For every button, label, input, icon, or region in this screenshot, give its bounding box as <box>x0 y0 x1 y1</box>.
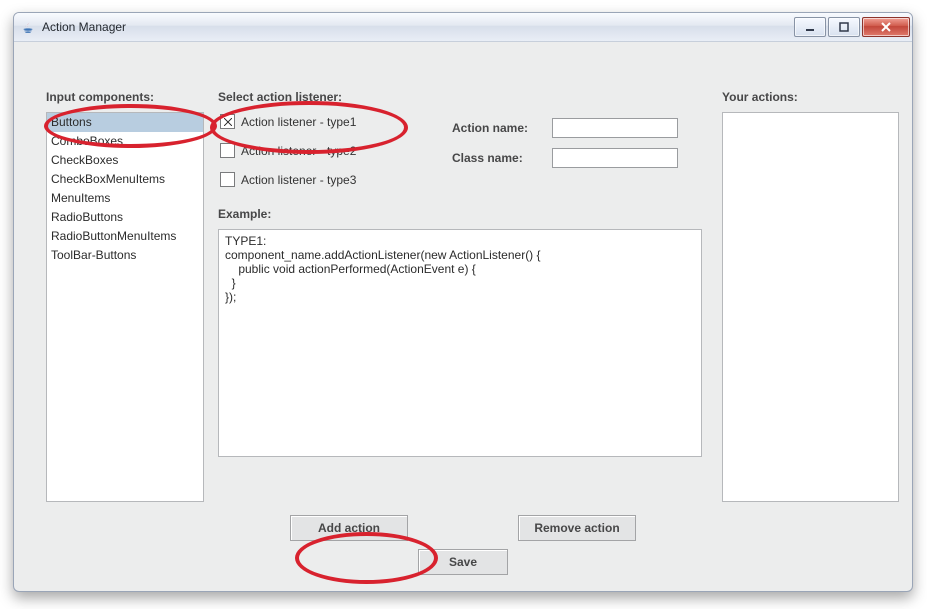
input-components-panel: Input components: ButtonsComboBoxesCheck… <box>46 90 206 502</box>
window-frame: Action Manager Input components: Buttons… <box>13 12 913 592</box>
input-component-item[interactable]: ComboBoxes <box>47 132 203 151</box>
input-components-list[interactable]: ButtonsComboBoxesCheckBoxesCheckBoxMenuI… <box>46 112 204 502</box>
class-name-input[interactable] <box>552 148 678 168</box>
input-component-item[interactable]: Buttons <box>47 113 203 132</box>
action-name-input[interactable] <box>552 118 678 138</box>
java-icon <box>20 19 36 35</box>
listener-checkbox[interactable] <box>220 114 235 129</box>
input-component-item[interactable]: RadioButtonMenuItems <box>47 227 203 246</box>
minimize-button[interactable] <box>794 17 826 37</box>
input-component-item[interactable]: MenuItems <box>47 189 203 208</box>
input-components-heading: Input components: <box>46 90 206 104</box>
listener-checkbox[interactable] <box>220 143 235 158</box>
save-button[interactable]: Save <box>418 549 508 575</box>
listener-checkbox[interactable] <box>220 172 235 187</box>
input-component-item[interactable]: CheckBoxMenuItems <box>47 170 203 189</box>
class-name-label: Class name: <box>452 151 552 165</box>
your-actions-list[interactable] <box>722 112 899 502</box>
your-actions-heading: Your actions: <box>722 90 897 104</box>
maximize-button[interactable] <box>828 17 860 37</box>
action-fields: Action name: Class name: <box>452 118 678 178</box>
action-name-label: Action name: <box>452 121 552 135</box>
add-action-button[interactable]: Add action <box>290 515 408 541</box>
listener-label: Action listener - type1 <box>241 115 356 129</box>
close-button[interactable] <box>862 17 910 37</box>
example-heading: Example: <box>218 207 698 221</box>
your-actions-panel: Your actions: <box>722 90 897 502</box>
input-component-item[interactable]: CheckBoxes <box>47 151 203 170</box>
example-code-box[interactable]: TYPE1: component_name.addActionListener(… <box>218 229 702 457</box>
select-listener-heading: Select action listener: <box>218 90 698 104</box>
titlebar[interactable]: Action Manager <box>14 13 912 42</box>
input-component-item[interactable]: ToolBar-Buttons <box>47 246 203 265</box>
listener-label: Action listener - type2 <box>241 144 356 158</box>
remove-action-button[interactable]: Remove action <box>518 515 636 541</box>
window-title: Action Manager <box>42 20 126 34</box>
input-component-item[interactable]: RadioButtons <box>47 208 203 227</box>
listener-label: Action listener - type3 <box>241 173 356 187</box>
